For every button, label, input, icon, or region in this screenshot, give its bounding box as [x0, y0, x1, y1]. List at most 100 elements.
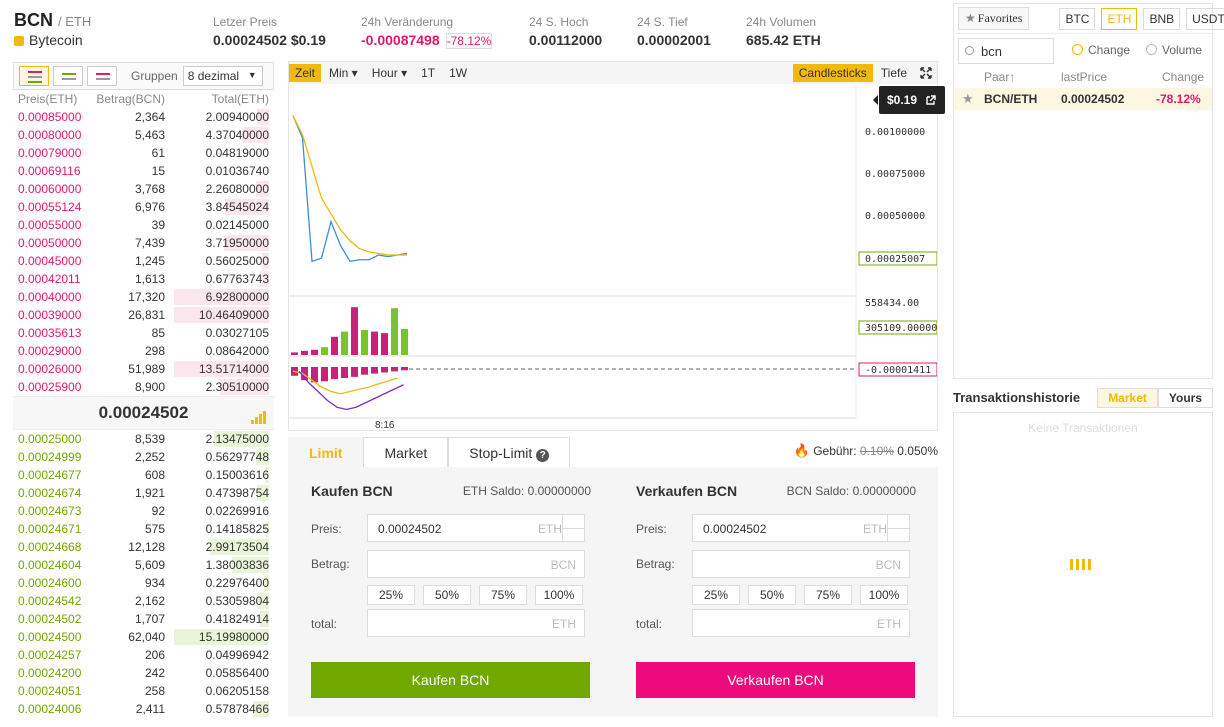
bid-row[interactable]: 0.00024673 92 0.02269916: [13, 502, 274, 520]
buy-total-input[interactable]: ETH: [367, 609, 585, 637]
ask-row[interactable]: 0.00069116 15 0.01036740: [13, 162, 274, 180]
bid-row[interactable]: 0.00024500 62,040 15.19980000: [13, 628, 274, 646]
ask-row[interactable]: 0.00029000 298 0.08642000: [13, 342, 274, 360]
bid-row[interactable]: 0.00024600 934 0.22976400: [13, 574, 274, 592]
view-bids-button[interactable]: [53, 66, 83, 86]
tab-market[interactable]: Market: [363, 437, 449, 467]
market-search-input[interactable]: bcn: [958, 38, 1054, 64]
bid-row[interactable]: 0.00024668 12,128 2.99173504: [13, 538, 274, 556]
external-link-icon[interactable]: [925, 94, 937, 106]
bid-row[interactable]: 0.00024257 206 0.04996942: [13, 646, 274, 664]
bid-row[interactable]: 0.00024542 2,162 0.53059804: [13, 592, 274, 610]
bid-row[interactable]: 0.00024006 2,411 0.57878466: [13, 700, 274, 718]
price-stepper[interactable]: [887, 515, 910, 541]
sell-button[interactable]: Verkaufen BCN: [636, 662, 915, 698]
col-last-price[interactable]: lastPrice: [1061, 70, 1107, 84]
ask-row[interactable]: 0.00026000 51,989 13.51714000: [13, 360, 274, 378]
tab-bnb[interactable]: BNB: [1143, 7, 1181, 30]
buy-amount-input[interactable]: BCN: [367, 550, 585, 578]
price-chart[interactable]: Zeit Min ▾ Hour ▾ 1T 1W Candlesticks Tie…: [288, 61, 945, 431]
ask-amount: 85: [151, 326, 165, 340]
radio-change-label: Change: [1088, 43, 1131, 57]
tab-eth[interactable]: ETH: [1101, 7, 1138, 30]
stat-label: 24h Veränderung: [361, 15, 454, 29]
view-all-button[interactable]: [19, 66, 49, 86]
stat-24h-high: 24 S. Hoch 0.00112000: [529, 15, 602, 48]
percent-75-button[interactable]: 75%: [804, 585, 852, 605]
bid-row[interactable]: 0.00024051 258 0.06205158: [13, 682, 274, 700]
buy-button[interactable]: Kaufen BCN: [311, 662, 590, 698]
bid-row[interactable]: 0.00024200 242 0.05856400: [13, 664, 274, 682]
week-button[interactable]: 1W: [443, 64, 473, 82]
ask-row[interactable]: 0.00085000 2,364 2.00940000: [13, 108, 274, 126]
tooltip-value: $0.19: [886, 93, 918, 107]
ask-total: 0.08642000: [205, 344, 269, 358]
ask-row[interactable]: 0.00055124 6,976 3.84545024: [13, 198, 274, 216]
coin-name[interactable]: Bytecoin: [14, 32, 83, 48]
percent-75-button[interactable]: 75%: [479, 585, 527, 605]
radio-volume[interactable]: Volume: [1146, 43, 1202, 57]
ask-row[interactable]: 0.00039000 26,831 10.46409000: [13, 306, 274, 324]
macd-bar: [381, 367, 388, 373]
history-empty: Keine Transaktionen: [1028, 421, 1138, 435]
favorites-tab[interactable]: ★ Favorites: [958, 7, 1030, 30]
tab-limit[interactable]: Limit: [288, 437, 364, 467]
help-icon[interactable]: ?: [536, 449, 550, 462]
ask-amount: 15: [151, 164, 165, 178]
group-select[interactable]: 8 dezimal: [182, 66, 263, 86]
bid-row[interactable]: 0.00024674 1,921 0.47398754: [13, 484, 274, 502]
percent-25-button[interactable]: 25%: [692, 585, 740, 605]
tab-history-market[interactable]: Market: [1097, 388, 1158, 408]
percent-50-button[interactable]: 50%: [748, 585, 796, 605]
ask-bar-icon: [96, 73, 110, 75]
percent-100-button[interactable]: 100%: [860, 585, 908, 605]
day-button[interactable]: 1T: [415, 64, 441, 82]
tab-usdt[interactable]: USDT: [1186, 7, 1224, 30]
bid-row[interactable]: 0.00024999 2,252 0.56297748: [13, 448, 274, 466]
hour-dropdown[interactable]: Hour ▾: [366, 64, 413, 82]
ask-row[interactable]: 0.00042011 1,613 0.67763743: [13, 270, 274, 288]
ask-row[interactable]: 0.00040000 17,320 6.92800000: [13, 288, 274, 306]
ask-row[interactable]: 0.00060000 3,768 2.26080000: [13, 180, 274, 198]
bid-row[interactable]: 0.00025000 8,539 2.13475000: [13, 430, 274, 448]
bid-row[interactable]: 0.00024677 608 0.15003616: [13, 466, 274, 484]
buy-price-input[interactable]: 0.00024502 ETH: [367, 514, 585, 542]
col-change[interactable]: Change: [1162, 70, 1204, 84]
candlesticks-button[interactable]: Candlesticks: [792, 64, 873, 82]
ask-row[interactable]: 0.00055000 39 0.02145000: [13, 216, 274, 234]
ask-row[interactable]: 0.00045000 1,245 0.56025000: [13, 252, 274, 270]
ask-row[interactable]: 0.00079000 61 0.04819000: [13, 144, 274, 162]
sell-price-input[interactable]: 0.00024502 ETH: [692, 514, 910, 542]
sell-total-input[interactable]: ETH: [692, 609, 910, 637]
tab-stop-limit[interactable]: Stop-Limit ?: [448, 437, 571, 467]
bid-row[interactable]: 0.00024671 575 0.14185825: [13, 520, 274, 538]
view-asks-button[interactable]: [87, 66, 117, 86]
bid-amount: 8,539: [134, 432, 165, 446]
fullscreen-icon[interactable]: [915, 64, 937, 82]
depth-button[interactable]: Tiefe: [875, 64, 913, 82]
time-label: 8:16: [375, 420, 395, 431]
ask-row[interactable]: 0.00025900 8,900 2.30510000: [13, 378, 274, 396]
col-pair[interactable]: Paar↑: [984, 70, 1015, 84]
bid-row[interactable]: 0.00024502 1,707 0.41824914: [13, 610, 274, 628]
minute-dropdown[interactable]: Min ▾: [323, 64, 364, 82]
ask-row[interactable]: 0.00050000 7,439 3.71950000: [13, 234, 274, 252]
price-stepper[interactable]: [562, 515, 585, 541]
market-row[interactable]: ★ BCN/ETH 0.00024502 -78.12%: [954, 88, 1212, 110]
tab-btc[interactable]: BTC: [1059, 7, 1096, 30]
star-icon[interactable]: ★: [962, 91, 974, 107]
percent-100-button[interactable]: 100%: [535, 585, 583, 605]
bid-row[interactable]: 0.00024604 5,609 1.38003836: [13, 556, 274, 574]
radio-change[interactable]: Change: [1072, 43, 1130, 57]
time-button[interactable]: Zeit: [289, 64, 322, 82]
percent-25-button[interactable]: 25%: [367, 585, 415, 605]
stat-label: Letzer Preis: [213, 15, 278, 29]
percent-50-button[interactable]: 50%: [423, 585, 471, 605]
sell-amount-input[interactable]: BCN: [692, 550, 910, 578]
bid-price: 0.00025000: [18, 432, 82, 446]
loading-icon: [1070, 559, 1094, 573]
ask-row[interactable]: 0.00035613 85 0.03027105: [13, 324, 274, 342]
ask-row[interactable]: 0.00080000 5,463 4.37040000: [13, 126, 274, 144]
tab-history-yours[interactable]: Yours: [1157, 388, 1213, 408]
chart-canvas[interactable]: 0.00100000 0.00075000 0.00050000 0.00025…: [289, 85, 937, 431]
